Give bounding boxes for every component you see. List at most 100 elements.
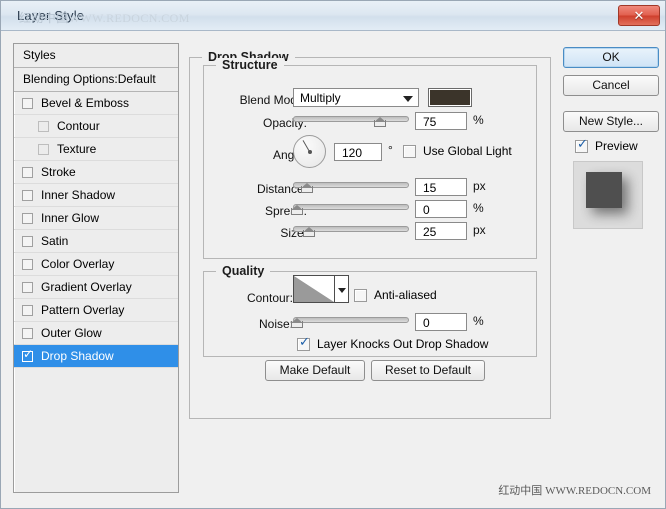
watermark-title-cn: 红动中国 — [19, 11, 69, 25]
spread-input[interactable]: 0 — [415, 200, 467, 218]
drop-shadow-settings-panel: Drop Shadow Structure Blend Mode: Multip… — [189, 43, 551, 493]
style-checkbox[interactable] — [22, 212, 33, 224]
style-item-label: Inner Shadow — [41, 188, 116, 202]
contour-preview[interactable] — [293, 275, 335, 303]
sidebar-item-contour[interactable]: Contour — [14, 115, 178, 138]
angle-dial[interactable] — [293, 135, 326, 168]
distance-input[interactable]: 15 — [415, 178, 467, 196]
sidebar-item-pattern-overlay[interactable]: Pattern Overlay — [14, 299, 178, 322]
spread-slider-thumb[interactable] — [291, 205, 303, 215]
opacity-slider[interactable] — [293, 113, 409, 127]
style-item-label: Contour — [57, 119, 100, 133]
styles-list: Bevel & Emboss Contour Texture Stroke Inner … — [14, 92, 178, 368]
opacity-unit: % — [473, 113, 484, 127]
size-unit: px — [473, 223, 486, 237]
noise-label: Noise: — [258, 317, 293, 331]
anti-aliased-label: Anti-aliased — [374, 288, 437, 302]
close-icon: ✕ — [633, 8, 645, 23]
style-checkbox[interactable] — [38, 120, 49, 132]
style-item-label: Stroke — [41, 165, 76, 179]
size-slider[interactable] — [293, 223, 409, 237]
sidebar-item-texture[interactable]: Texture — [14, 138, 178, 161]
chevron-down-icon — [338, 288, 346, 293]
distance-label: Distance: — [256, 182, 307, 196]
style-item-label: Drop Shadow — [41, 349, 114, 363]
styles-header: Styles — [14, 44, 178, 68]
make-default-button[interactable]: Make Default — [265, 360, 365, 381]
contour-curve-icon — [294, 276, 334, 302]
style-checkbox[interactable] — [22, 304, 33, 316]
size-input[interactable]: 25 — [415, 222, 467, 240]
style-checkbox[interactable] — [22, 348, 33, 362]
style-checkbox[interactable] — [22, 327, 33, 339]
quality-group-label: Quality — [216, 264, 271, 278]
close-button[interactable]: ✕ — [618, 5, 660, 26]
watermark-footer-cn: 红动中国 — [498, 484, 543, 497]
opacity-input[interactable]: 75 — [415, 112, 467, 130]
noise-unit: % — [473, 314, 484, 328]
anti-aliased-checkbox[interactable] — [354, 288, 367, 302]
style-checkbox[interactable] — [22, 97, 33, 109]
use-global-light-checkbox[interactable] — [403, 144, 416, 158]
size-slider-thumb[interactable] — [303, 227, 315, 237]
style-checkbox[interactable] — [22, 258, 33, 270]
sidebar-item-bevel-emboss[interactable]: Bevel & Emboss — [14, 92, 178, 115]
sidebar-item-satin[interactable]: Satin — [14, 230, 178, 253]
style-checkbox[interactable] — [22, 166, 33, 178]
new-style-button[interactable]: New Style... — [563, 111, 659, 132]
watermark-footer-url: WWW.REDOCN.COM — [545, 485, 651, 497]
style-item-label: Bevel & Emboss — [41, 96, 130, 110]
preview-checkbox[interactable] — [575, 137, 588, 153]
use-global-light-row[interactable]: Use Global Light — [403, 144, 512, 158]
opacity-label: Opacity: — [262, 116, 307, 130]
sidebar-item-stroke[interactable]: Stroke — [14, 161, 178, 184]
noise-input[interactable]: 0 — [415, 313, 467, 331]
shadow-color-swatch[interactable] — [428, 88, 472, 107]
style-checkbox[interactable] — [22, 189, 33, 201]
sidebar-item-inner-shadow[interactable]: Inner Shadow — [14, 184, 178, 207]
sidebar-item-gradient-overlay[interactable]: Gradient Overlay — [14, 276, 178, 299]
sidebar-item-outer-glow[interactable]: Outer Glow — [14, 322, 178, 345]
structure-group-label: Structure — [216, 58, 284, 72]
watermark-footer: 红动中国 WWW.REDOCN.COM — [498, 482, 651, 498]
styles-panel: Styles Blending Options:Default Bevel & … — [13, 43, 179, 493]
blend-mode-label: Blend Mode: — [239, 93, 307, 107]
sidebar-item-color-overlay[interactable]: Color Overlay — [14, 253, 178, 276]
distance-slider[interactable] — [293, 179, 409, 193]
style-item-label: Pattern Overlay — [41, 303, 125, 317]
style-item-label: Texture — [57, 142, 97, 156]
angle-input[interactable]: 120 — [334, 143, 382, 161]
distance-slider-thumb[interactable] — [301, 183, 313, 193]
contour-dropdown-button[interactable] — [335, 275, 349, 303]
style-item-label: Gradient Overlay — [41, 280, 132, 294]
angle-unit: ° — [388, 143, 393, 157]
layer-knocks-out-row[interactable]: Layer Knocks Out Drop Shadow — [297, 335, 489, 351]
cancel-button[interactable]: Cancel — [563, 75, 659, 96]
blend-mode-select[interactable]: Multiply — [293, 88, 419, 107]
style-preview-thumbnail — [573, 161, 643, 229]
noise-slider[interactable] — [291, 314, 409, 328]
anti-aliased-row[interactable]: Anti-aliased — [354, 288, 437, 302]
style-checkbox[interactable] — [22, 281, 33, 293]
sidebar-item-inner-glow[interactable]: Inner Glow — [14, 207, 178, 230]
ok-button[interactable]: OK — [563, 47, 659, 68]
opacity-slider-thumb[interactable] — [374, 117, 386, 127]
style-item-label: Inner Glow — [41, 211, 100, 225]
reset-to-default-button[interactable]: Reset to Default — [371, 360, 485, 381]
layer-knocks-out-checkbox[interactable] — [297, 335, 310, 351]
style-checkbox[interactable] — [38, 143, 49, 155]
blending-options-row[interactable]: Blending Options:Default — [14, 68, 178, 92]
style-checkbox[interactable] — [22, 235, 33, 247]
sidebar-item-drop-shadow[interactable]: Drop Shadow — [14, 345, 178, 368]
spread-slider[interactable] — [291, 201, 409, 215]
blend-mode-value: Multiply — [300, 91, 341, 105]
noise-slider-thumb[interactable] — [291, 318, 303, 328]
watermark-title: 红动中国WWW.REDOCN.COM — [19, 9, 190, 26]
contour-label: Contour: — [246, 291, 293, 305]
chevron-down-icon — [403, 96, 413, 102]
layer-knocks-out-label: Layer Knocks Out Drop Shadow — [317, 337, 489, 351]
layer-style-dialog: Layer Style 红动中国WWW.REDOCN.COM ✕ Styles … — [0, 0, 666, 509]
angle-label: Angle: — [272, 148, 307, 162]
style-item-label: Color Overlay — [41, 257, 115, 271]
preview-row[interactable]: Preview — [575, 137, 638, 153]
